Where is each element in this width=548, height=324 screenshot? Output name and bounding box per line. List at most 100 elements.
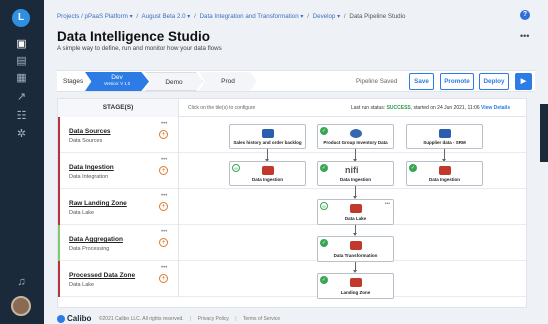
success-check-icon: ✓: [320, 239, 328, 247]
terms-of-service-link[interactable]: Terms of Service: [243, 316, 280, 322]
add-node-icon[interactable]: +: [159, 274, 168, 283]
stage-row: Processed Data Zone Data Lake ••• +: [58, 261, 526, 297]
breadcrumb-separator: /: [343, 13, 346, 20]
add-node-icon[interactable]: +: [159, 166, 168, 175]
node-label: Data Ingestion: [428, 177, 460, 182]
configure-hint: Click on the tile(s) to configure: [188, 105, 256, 111]
avatar[interactable]: [11, 296, 31, 316]
success-check-icon: ✓: [320, 276, 328, 284]
footer-brand: Calibo: [67, 314, 92, 323]
save-button[interactable]: Save: [409, 73, 434, 90]
breadcrumb-separator: /: [307, 13, 309, 20]
breadcrumb-module[interactable]: Data Integration and Transformation: [200, 13, 299, 20]
status-icon: ∞: [320, 202, 328, 210]
app-logo[interactable]: L: [12, 9, 30, 27]
package-icon[interactable]: ▤: [15, 55, 28, 68]
stage-type: Data Integration: [69, 174, 109, 180]
stage-color-bar: [58, 117, 60, 153]
pipeline-node-data-lake[interactable]: ∞ ••• Data Lake: [317, 199, 394, 225]
chart-icon[interactable]: ↗: [15, 91, 28, 104]
ingestion-tool-icon: [439, 166, 451, 175]
pipeline-node-data-transformation[interactable]: ✓ Data Transformation: [317, 236, 394, 262]
transform-icon: [350, 241, 362, 250]
landing-icon: [350, 278, 362, 287]
stage-dev[interactable]: Dev Version: V 1.0: [85, 72, 149, 91]
stage-prod[interactable]: Prod: [199, 72, 257, 91]
settings-icon[interactable]: ✲: [15, 128, 28, 141]
stage-row-label[interactable]: Processed Data Zone Data Lake ••• +: [58, 261, 179, 297]
stage-name[interactable]: Data Aggregation: [69, 236, 123, 243]
ingestion-tool-icon: [262, 166, 274, 175]
pipeline-grid: STAGE(S) Click on the tile(s) to configu…: [57, 98, 527, 308]
calibo-logo-icon: [57, 314, 65, 323]
more-options-icon[interactable]: •••: [520, 31, 529, 41]
breadcrumb: Projects / pPaaS Platform ▾ / August Bet…: [57, 13, 406, 20]
node-label: Data Lake: [344, 216, 367, 221]
run-status-prefix: Last run status:: [351, 105, 386, 111]
stage-menu-icon[interactable]: •••: [161, 193, 167, 199]
breadcrumb-projects[interactable]: Projects / pPaaS Platform: [57, 13, 128, 20]
pipeline-node-supplier-srm[interactable]: Supplier data - SRM: [406, 124, 483, 149]
stages-label: Stages: [63, 78, 84, 85]
pipeline-saved-status: Pipeline Saved: [356, 78, 398, 85]
add-node-icon[interactable]: +: [159, 238, 168, 247]
add-node-icon[interactable]: +: [159, 202, 168, 211]
stage-name[interactable]: Data Ingestion: [69, 164, 114, 171]
stage-menu-icon[interactable]: •••: [161, 121, 167, 127]
stage-color-bar: [58, 261, 60, 297]
stage-name[interactable]: Raw Landing Zone: [69, 200, 127, 207]
stage-row: Raw Landing Zone Data Lake ••• +: [58, 189, 526, 225]
node-label: Data Transformation: [333, 253, 378, 258]
stage-name[interactable]: Processed Data Zone: [69, 272, 135, 279]
stage-name[interactable]: Data Sources: [69, 128, 111, 135]
node-menu-icon[interactable]: •••: [385, 201, 390, 207]
stage-menu-icon[interactable]: •••: [161, 157, 167, 163]
footer-separator: |: [190, 315, 192, 322]
stage-dev-version: Version: V 1.0: [103, 81, 131, 86]
footer-separator: |: [235, 315, 237, 322]
pipeline-node-ingestion-3[interactable]: ✓ Data Ingestion: [406, 161, 483, 186]
users-icon[interactable]: ☷: [15, 110, 28, 123]
stage-row-label[interactable]: Data Ingestion Data Integration ••• +: [58, 153, 179, 189]
side-panel-tab[interactable]: [540, 104, 548, 162]
notification-icon[interactable]: ♫: [15, 276, 28, 289]
grid-icon[interactable]: ▦: [15, 72, 28, 85]
pipeline-node-ingestion-1[interactable]: ∞ Data Ingestion: [229, 161, 306, 186]
pipeline-node-ingestion-2[interactable]: ✓ nifi Data Ingestion: [317, 161, 394, 186]
success-check-icon: ✓: [320, 164, 328, 172]
run-status: Last run status: SUCCESS, started on 24 …: [351, 105, 510, 111]
view-details-link[interactable]: View Details: [481, 105, 510, 111]
deploy-button[interactable]: Deploy: [479, 73, 509, 90]
pipeline-node-sales-history[interactable]: Sales history and order backlog: [229, 124, 306, 149]
stage-type: Data Sources: [69, 138, 103, 144]
footer-copyright: ©2021 Calibo LLC. All rights reserved.: [98, 315, 184, 322]
stage-row-label[interactable]: Raw Landing Zone Data Lake ••• +: [58, 189, 179, 225]
node-label: Product Group Inventory Data: [323, 140, 388, 145]
breadcrumb-release[interactable]: August Beta 2.0: [142, 13, 186, 20]
stages-bar: Stages Demo Prod Dev Version: V 1.0 Pipe…: [57, 70, 535, 92]
help-icon[interactable]: ?: [520, 10, 530, 20]
stage-menu-icon[interactable]: •••: [161, 229, 167, 235]
stage-row-label[interactable]: Data Aggregation Data Processing ••• +: [58, 225, 179, 261]
run-status-value: SUCCESS: [386, 105, 411, 111]
pipeline-node-product-inventory[interactable]: ✓ Product Group Inventory Data: [317, 124, 394, 149]
node-label: Data Ingestion: [251, 177, 283, 182]
node-label: Data Ingestion: [339, 177, 371, 182]
stage-demo[interactable]: Demo: [145, 72, 203, 91]
add-node-icon[interactable]: +: [159, 130, 168, 139]
stage-color-bar: [58, 189, 60, 225]
stage-row-label[interactable]: Data Sources Data Sources ••• +: [58, 117, 179, 153]
pipeline-icon[interactable]: ▣: [15, 38, 28, 51]
status-icon: ∞: [232, 164, 240, 172]
stage-menu-icon[interactable]: •••: [161, 265, 167, 271]
privacy-policy-link[interactable]: Privacy Policy: [198, 316, 229, 322]
breadcrumb-phase[interactable]: Develop: [313, 13, 336, 20]
page-subtitle: A simple way to define, run and monitor …: [57, 45, 222, 52]
grid-header: STAGE(S) Click on the tile(s) to configu…: [58, 99, 526, 117]
run-button[interactable]: ▶: [515, 73, 532, 90]
footer: Calibo ©2021 Calibo LLC. All rights rese…: [57, 314, 280, 323]
promote-button[interactable]: Promote: [440, 73, 474, 90]
pipeline-node-landing-zone[interactable]: ✓ Landing Zone: [317, 273, 394, 299]
stage-row: Data Aggregation Data Processing ••• +: [58, 225, 526, 261]
run-status-suffix: , started on 24 Jun 2021, 11:06: [410, 105, 480, 111]
